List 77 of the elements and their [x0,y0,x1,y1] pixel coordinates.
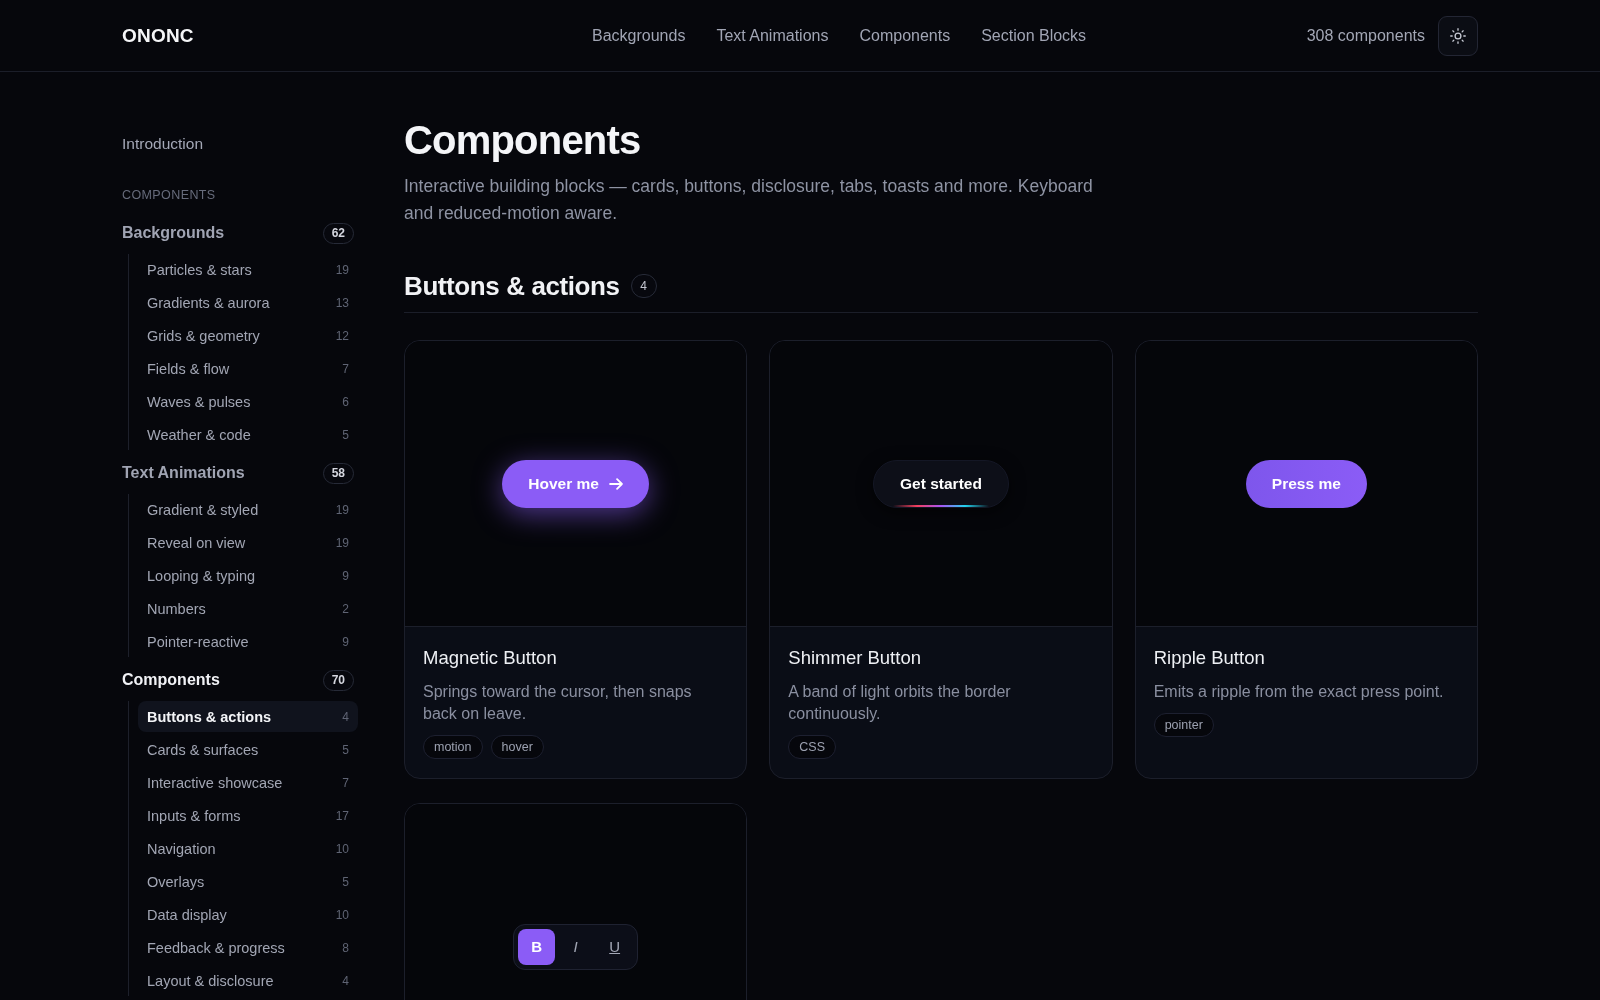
item-count: 8 [342,940,349,955]
count-badge: 70 [322,669,354,691]
item-count: 5 [342,427,349,442]
sidebar-item[interactable]: Reveal on view 19 [138,527,358,558]
sidebar-item[interactable]: Navigation 10 [138,833,358,864]
item-count: 12 [335,328,349,343]
sidebar-item[interactable]: Waves & pulses 6 [138,386,358,417]
sidebar-group[interactable]: Backgrounds 62 [122,218,362,248]
sidebar-item[interactable]: Weather & code 5 [138,419,358,450]
item-count: 5 [342,874,349,889]
theme-toggle-button[interactable] [1438,15,1478,56]
item-count: 7 [342,775,349,790]
sidebar-item[interactable]: Interactive showcase 7 [138,767,358,798]
item-count: 10 [335,841,349,856]
logo[interactable]: ONONC [122,24,194,47]
tag-chip: hover [490,735,544,759]
sidebar-item[interactable]: Gradient & styled 19 [138,494,358,525]
nav-link[interactable]: Components [859,26,951,45]
tag-chip: motion [423,735,483,759]
format-button[interactable]: I [557,928,595,965]
count-badge: 4 [630,274,657,298]
count-badge: 58 [322,462,354,484]
sidebar-item[interactable]: Buttons & actions 4 [138,701,358,732]
sidebar-item[interactable]: Looping & typing 9 [138,560,358,591]
item-count: 17 [335,808,349,823]
format-button[interactable]: B [518,928,556,965]
card-title: Shimmer Button [788,646,922,670]
sidebar-link[interactable]: Introduction [122,133,203,155]
shimmer-button[interactable]: Get started [873,459,1009,508]
tag-chip: pointer [1153,713,1214,737]
card-description: Emits a ripple from the exact press point. [1153,682,1445,702]
sidebar-item[interactable]: Grids & geometry 12 [138,320,358,351]
page-title: Components [404,117,642,164]
card-title: Ripple Button [1153,646,1266,670]
item-count: 19 [335,535,349,550]
item-count: 19 [335,262,349,277]
item-count: 5 [342,742,349,757]
sidebar-item[interactable]: Numbers 2 [138,593,358,624]
sidebar-item[interactable]: Data display 10 [138,899,358,930]
tag-chip: CSS [788,735,837,759]
sidebar-item[interactable]: Layout & disclosure 4 [138,965,358,996]
item-count: 9 [342,634,349,649]
sun-icon [1450,27,1466,44]
sidebar-item[interactable]: Inputs & forms 17 [138,800,358,831]
sidebar-item[interactable]: Pointer-reactive 9 [138,626,358,657]
card-description: Springs toward the cursor, then snaps back on leave. [423,682,693,724]
item-count: 13 [335,295,349,310]
item-count: 9 [342,568,349,583]
item-count: 6 [342,394,349,409]
item-count: 2 [342,601,349,616]
nav-link[interactable]: Backgrounds [592,26,686,45]
sidebar-section-label: COMPONENTS [122,187,217,204]
page-description: Interactive building blocks — cards, buttons, disclosure, tabs, toasts and more. Keyboard and reduced-motion aware. [404,175,1094,225]
section-title: Buttons & actions [404,270,620,303]
hover-button[interactable]: Hover me [502,459,649,508]
component-count: 308 components [1306,26,1425,45]
card-title: Magnetic Button [423,646,558,670]
arrow-right-icon [609,477,623,490]
sidebar-item[interactable]: Gradients & aurora 13 [138,287,358,318]
press-button[interactable]: Press me [1245,459,1367,508]
format-button[interactable]: U [596,928,634,965]
sidebar-item[interactable]: Fields & flow 7 [138,353,358,384]
count-badge: 62 [322,222,354,244]
card-description: A band of light orbits the border continuously. [788,682,1012,724]
nav-link[interactable]: Section Blocks [981,26,1087,45]
sidebar-item[interactable]: Feedback & progress 8 [138,932,358,963]
item-count: 19 [335,502,349,517]
item-count: 10 [335,907,349,922]
sidebar-item[interactable]: Particles & stars 19 [138,254,358,285]
sidebar-item[interactable]: Cards & surfaces 5 [138,734,358,765]
sidebar-group[interactable]: Components 70 [122,665,362,695]
sidebar-item[interactable]: Overlays 5 [138,866,358,897]
nav-link[interactable]: Text Animations [716,26,829,45]
sidebar-group[interactable]: Text Animations 58 [122,458,362,488]
item-count: 4 [342,709,349,724]
item-count: 7 [342,361,349,376]
item-count: 4 [342,973,349,988]
